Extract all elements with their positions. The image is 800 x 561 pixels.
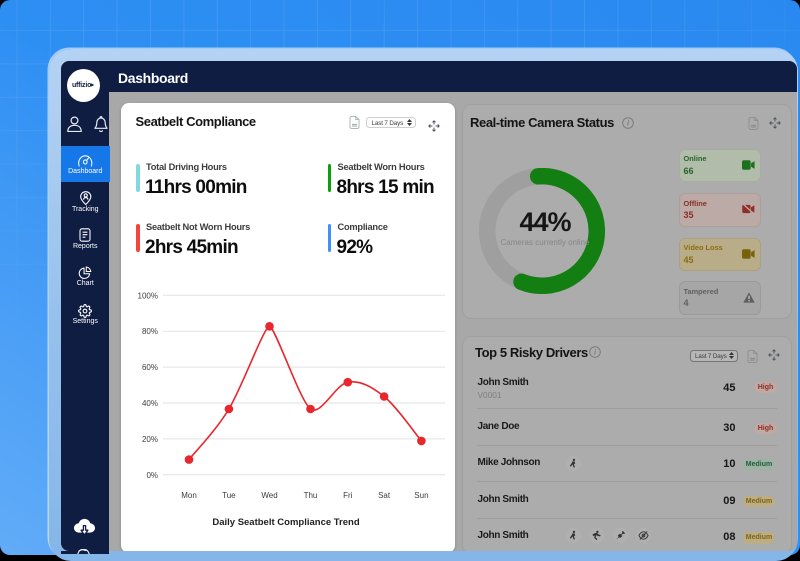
svg-text:Thu: Thu	[304, 491, 318, 500]
svg-text:Sun: Sun	[414, 491, 428, 500]
svg-text:20%: 20%	[142, 435, 158, 444]
svg-text:80%: 80%	[142, 327, 158, 336]
svg-text:Daily Seatbelt Compliance Tren: Daily Seatbelt Compliance Trend	[212, 517, 359, 528]
svg-text:Sat: Sat	[378, 491, 391, 500]
svg-text:0%: 0%	[146, 471, 158, 480]
svg-text:60%: 60%	[142, 363, 158, 372]
svg-text:40%: 40%	[142, 399, 158, 408]
svg-text:i: i	[594, 348, 597, 357]
svg-text:Tue: Tue	[222, 491, 236, 500]
svg-text:Fri: Fri	[343, 491, 353, 500]
svg-text:i: i	[626, 119, 629, 128]
svg-text:100%: 100%	[138, 291, 158, 300]
svg-text:Mon: Mon	[181, 491, 197, 500]
svg-text:Wed: Wed	[261, 491, 277, 500]
